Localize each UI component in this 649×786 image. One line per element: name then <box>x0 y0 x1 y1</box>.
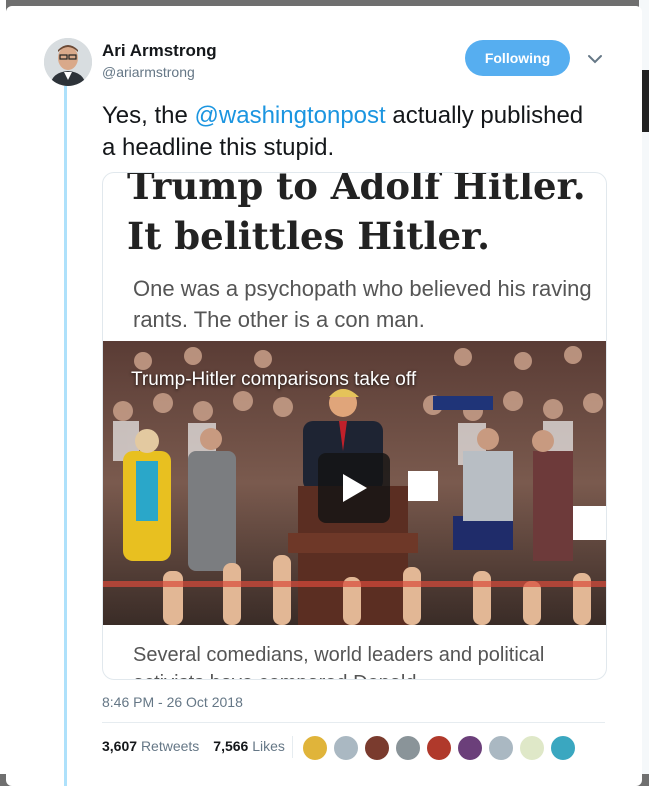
stats-separator <box>292 736 293 758</box>
tweet-text: Yes, the @washingtonpost actually publis… <box>102 100 602 164</box>
card-headline-line1: Trump to Adolf Hitler. <box>127 172 586 208</box>
video-player[interactable]: Trump-Hitler comparisons take off <box>103 341 606 625</box>
following-button[interactable]: Following <box>465 40 570 76</box>
tweet-text-before: Yes, the <box>102 102 195 129</box>
likes-count: 7,566 <box>213 738 249 754</box>
thread-line <box>64 86 67 786</box>
video-title: Trump-Hitler comparisons take off <box>131 369 417 390</box>
retweets-stat[interactable]: 3,607 Retweets <box>102 738 199 754</box>
liker-avatar[interactable] <box>364 735 390 761</box>
liker-avatar[interactable] <box>457 735 483 761</box>
play-icon <box>343 474 367 502</box>
author-handle[interactable]: @ariarmstrong <box>102 64 195 80</box>
chevron-down-icon[interactable] <box>586 50 604 68</box>
liker-avatar[interactable] <box>395 735 421 761</box>
liker-avatar[interactable] <box>426 735 452 761</box>
divider <box>102 722 605 723</box>
likes-label: Likes <box>252 738 285 754</box>
liker-avatar[interactable] <box>333 735 359 761</box>
card-caption: Several comedians, world leaders and pol… <box>133 644 545 679</box>
link-card[interactable]: Trump to Adolf Hitler. It belittles Hitl… <box>102 172 607 680</box>
mention-link[interactable]: @washingtonpost <box>195 102 386 129</box>
retweets-label: Retweets <box>140 738 200 754</box>
liker-avatar[interactable] <box>302 735 328 761</box>
liker-avatar[interactable] <box>550 735 576 761</box>
likes-stat[interactable]: 7,566 Likes <box>213 738 285 754</box>
tweet-timestamp[interactable]: 8:46 PM - 26 Oct 2018 <box>102 694 243 710</box>
liker-avatar[interactable] <box>488 735 514 761</box>
avatar[interactable] <box>44 38 92 86</box>
card-subhead: One was a psychopath who believed his ra… <box>133 276 592 332</box>
card-headline: Trump to Adolf Hitler. It belittles Hitl… <box>127 172 597 261</box>
liker-avatars <box>302 735 581 761</box>
retweets-count: 3,607 <box>102 738 138 754</box>
author-name[interactable]: Ari Armstrong <box>102 41 217 61</box>
play-button[interactable] <box>318 453 390 523</box>
tweet-stats: 3,607 Retweets 7,566 Likes <box>102 738 285 754</box>
tweet-modal: Ari Armstrong @ariarmstrong Following Ye… <box>6 6 642 786</box>
liker-avatar[interactable] <box>519 735 545 761</box>
card-headline-line2: It belittles Hitler. <box>127 214 490 258</box>
